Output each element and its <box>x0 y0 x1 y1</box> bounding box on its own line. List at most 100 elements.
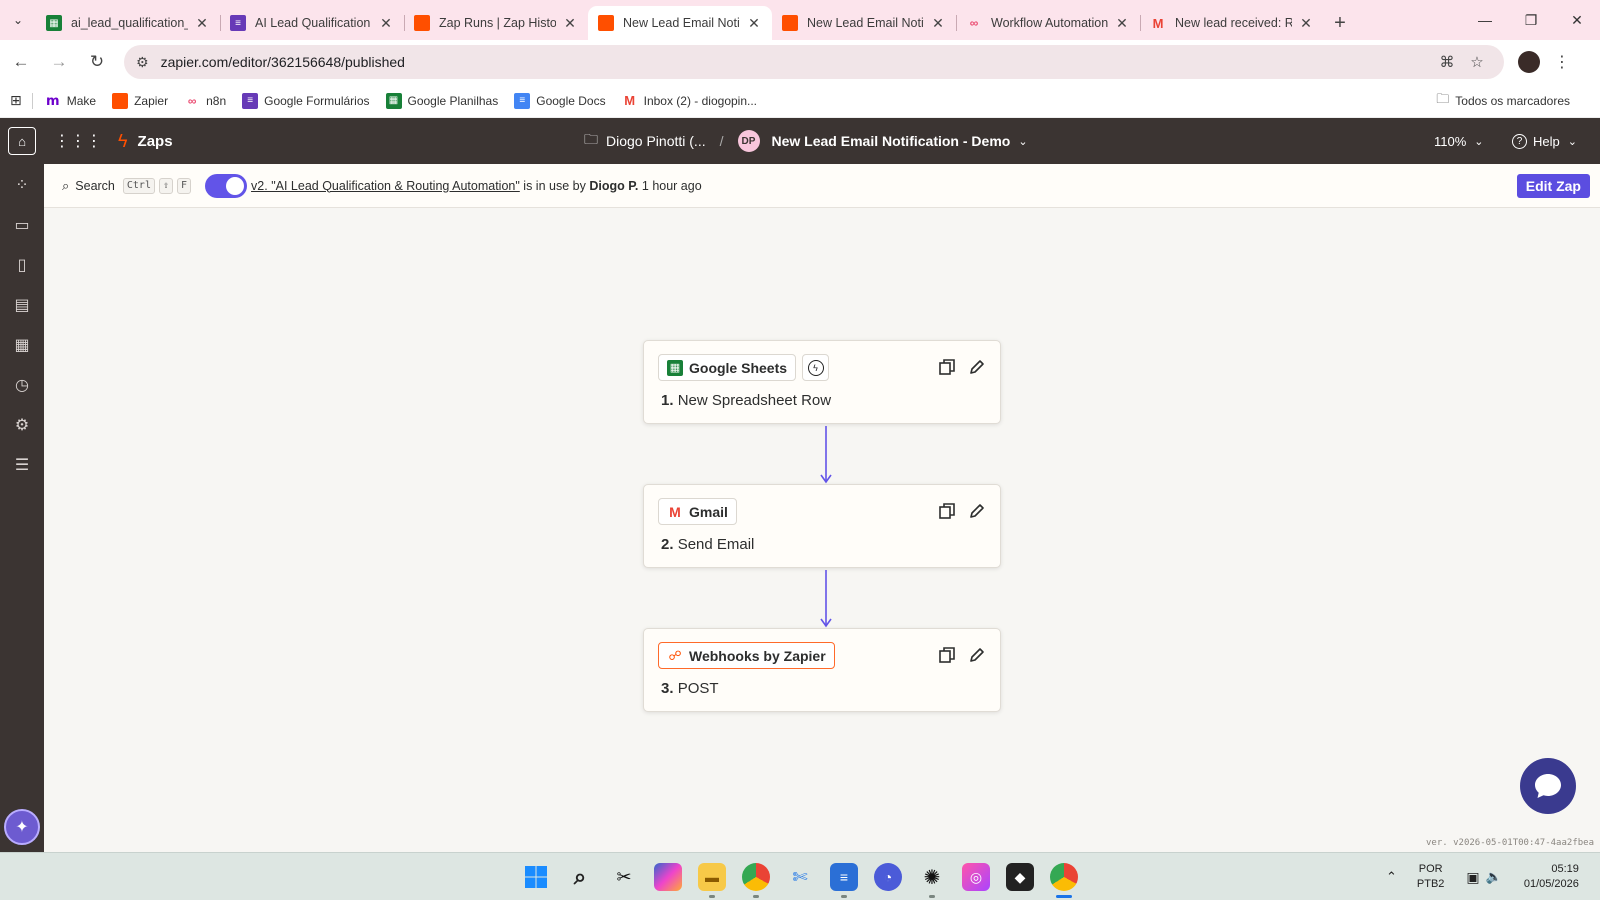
duplicate-icon[interactable] <box>938 358 956 376</box>
new-tab-button[interactable]: + <box>1324 6 1356 40</box>
browser-tab[interactable]: New Lead Email Notific ✕ <box>772 6 956 40</box>
copilot-app-icon[interactable] <box>654 863 682 891</box>
capcut-icon[interactable]: ✂ <box>610 863 638 891</box>
zaps-nav-label[interactable]: Zaps <box>138 133 173 150</box>
star-icon[interactable]: ☆ <box>1462 53 1492 71</box>
file-explorer-icon[interactable]: ▬ <box>698 863 726 891</box>
shortcut-key: ⇧ <box>158 177 174 194</box>
zap-on-toggle[interactable] <box>205 173 248 198</box>
close-tab-icon[interactable]: ✕ <box>746 15 762 32</box>
file-icon[interactable]: ▯ <box>11 254 33 276</box>
close-tab-icon[interactable]: ✕ <box>194 15 210 32</box>
calendar-icon[interactable]: ▦ <box>11 334 33 356</box>
search-label: Search <box>75 178 115 193</box>
translate-icon[interactable]: ⌘ <box>1432 53 1462 71</box>
restore-icon[interactable]: ❐ <box>1508 0 1554 40</box>
apps-grid-icon[interactable]: ⊞ <box>10 92 22 109</box>
zap-title[interactable]: New Lead Email Notification - Demo <box>772 133 1011 149</box>
minimize-icon[interactable]: — <box>1462 0 1508 40</box>
apps-icon[interactable]: ⁘ <box>11 174 33 196</box>
close-tab-icon[interactable]: ✕ <box>1298 15 1314 32</box>
snipping-tool-icon[interactable]: ✄ <box>786 863 814 891</box>
search-button[interactable]: ⌕ Search <box>62 178 115 194</box>
input-language[interactable]: POR PTB2 <box>1417 862 1445 892</box>
chevron-down-icon[interactable]: ⌄ <box>1018 135 1027 148</box>
browser-tab-active[interactable]: New Lead Email Notific ✕ <box>588 6 772 40</box>
chat-support-button[interactable] <box>1520 758 1576 814</box>
browser-tab[interactable]: Zap Runs | Zap History ✕ <box>404 6 588 40</box>
folder-breadcrumb[interactable]: Diogo Pinotti (... <box>606 133 706 149</box>
profile-avatar[interactable] <box>1518 51 1540 73</box>
bookmark-google-sheets[interactable]: ▦ Google Planilhas <box>385 92 498 109</box>
bookmark-google-docs[interactable]: ≡ Google Docs <box>514 92 606 109</box>
site-settings-icon[interactable]: ⚙ <box>136 54 149 71</box>
close-window-icon[interactable]: ✕ <box>1554 0 1600 40</box>
tab-title: New Lead Email Notific <box>807 16 924 30</box>
reload-button[interactable]: ↻ <box>80 45 114 79</box>
zap-step-1[interactable]: ▦ Google Sheets ϟ 1. New Spreadsheet Row <box>643 340 1001 424</box>
browser-tab[interactable]: ∞ Workflow Automation ✕ <box>956 6 1140 40</box>
url-text[interactable]: zapier.com/editor/362156648/published <box>161 54 1432 70</box>
app-switcher-icon[interactable]: ⋮⋮⋮ <box>54 131 102 151</box>
network-icon[interactable]: ▣ <box>1466 869 1479 886</box>
duplicate-icon[interactable] <box>938 646 956 664</box>
bookmark-make[interactable]: ⅿ Make <box>45 93 96 109</box>
folder-icon[interactable]: ▭ <box>11 214 33 236</box>
chrome-profile-icon[interactable] <box>742 863 770 891</box>
browser-tab[interactable]: ▦ ai_lead_qualification_au ✕ <box>36 6 220 40</box>
chat-app-icon[interactable]: ◔ <box>874 863 902 891</box>
settings-icon[interactable]: ⚙ <box>11 414 33 436</box>
bookmark-zapier[interactable]: Zapier <box>112 92 168 109</box>
copilot-icon[interactable]: ✦ <box>4 809 40 845</box>
all-bookmarks-folder[interactable]: 🗀 Todos os marcadores <box>1436 90 1570 112</box>
close-tab-icon[interactable]: ✕ <box>562 15 578 32</box>
comment-icon[interactable]: ▤ <box>11 294 33 316</box>
chrome-icon[interactable] <box>1050 863 1078 891</box>
archive-icon[interactable]: ☰ <box>11 454 33 476</box>
bookmark-n8n[interactable]: ∞ n8n <box>184 93 226 109</box>
notepad-icon[interactable]: ≡ <box>830 863 858 891</box>
tab-search-button[interactable]: ⌄ <box>0 0 36 40</box>
browser-tab[interactable]: ≡ AI Lead Qualification F ✕ <box>220 6 404 40</box>
language-code: POR <box>1418 863 1443 875</box>
history-icon[interactable]: ◷ <box>11 374 33 396</box>
browser-tab[interactable]: M New lead received: Raf ✕ <box>1140 6 1324 40</box>
close-tab-icon[interactable]: ✕ <box>930 15 946 32</box>
zoom-dropdown[interactable]: 110% ⌄ <box>1434 118 1484 164</box>
zap-editor-canvas: ⌕ Search Ctrl ⇧ F v2. "AI Lead Qualifica… <box>44 164 1600 852</box>
chat-bubble-icon <box>1535 774 1561 798</box>
version-link[interactable]: v2. "AI Lead Qualification & Routing Aut… <box>251 179 520 193</box>
edit-zap-button[interactable]: Edit Zap <box>1516 174 1590 198</box>
windows-start-icon[interactable] <box>522 863 550 891</box>
pencil-icon[interactable] <box>968 502 986 520</box>
chatgpt-icon[interactable]: ✺ <box>918 863 946 891</box>
forward-button[interactable]: → <box>42 45 76 79</box>
duplicate-icon[interactable] <box>938 502 956 520</box>
back-button[interactable]: ← <box>4 45 38 79</box>
sheets-icon: ▦ <box>667 359 683 376</box>
system-tray: ⌃ POR PTB2 ▣ 🔈 05:19 01/05/2026 <box>1386 853 1579 900</box>
bookmark-gmail-inbox[interactable]: M Inbox (2) - diogopin... <box>622 93 757 109</box>
bookmark-google-forms[interactable]: ≡ Google Formulários <box>242 92 370 109</box>
photo-app-icon[interactable]: ◎ <box>962 863 990 891</box>
volume-icon[interactable]: 🔈 <box>1486 869 1502 885</box>
address-bar[interactable]: ⚙ zapier.com/editor/362156648/published … <box>124 45 1504 79</box>
clock-time: 05:19 <box>1551 863 1579 875</box>
search-icon[interactable]: ⌕ <box>566 863 594 891</box>
breadcrumb: 🗀 Diogo Pinotti (... / DP New Lead Email… <box>584 118 1028 164</box>
close-tab-icon[interactable]: ✕ <box>1114 15 1130 32</box>
clock[interactable]: 05:19 01/05/2026 <box>1524 862 1579 892</box>
tab-title: New lead received: Raf <box>1175 16 1292 30</box>
home-button[interactable]: ⌂ <box>8 127 36 155</box>
chrome-menu-icon[interactable]: ⋮ <box>1554 52 1570 72</box>
cube-app-icon[interactable]: ◆ <box>1006 863 1034 891</box>
zap-step-2[interactable]: M Gmail 2. Send Email <box>643 484 1001 568</box>
help-menu[interactable]: ? Help ⌄ <box>1512 118 1577 164</box>
chevron-up-icon[interactable]: ⌃ <box>1386 869 1397 885</box>
zapier-icon <box>414 15 430 31</box>
pencil-icon[interactable] <box>968 646 986 664</box>
zap-step-3[interactable]: ☍ Webhooks by Zapier 3. POST <box>643 628 1001 712</box>
close-tab-icon[interactable]: ✕ <box>378 15 394 32</box>
pencil-icon[interactable] <box>968 358 986 376</box>
running-indicator <box>841 895 847 898</box>
